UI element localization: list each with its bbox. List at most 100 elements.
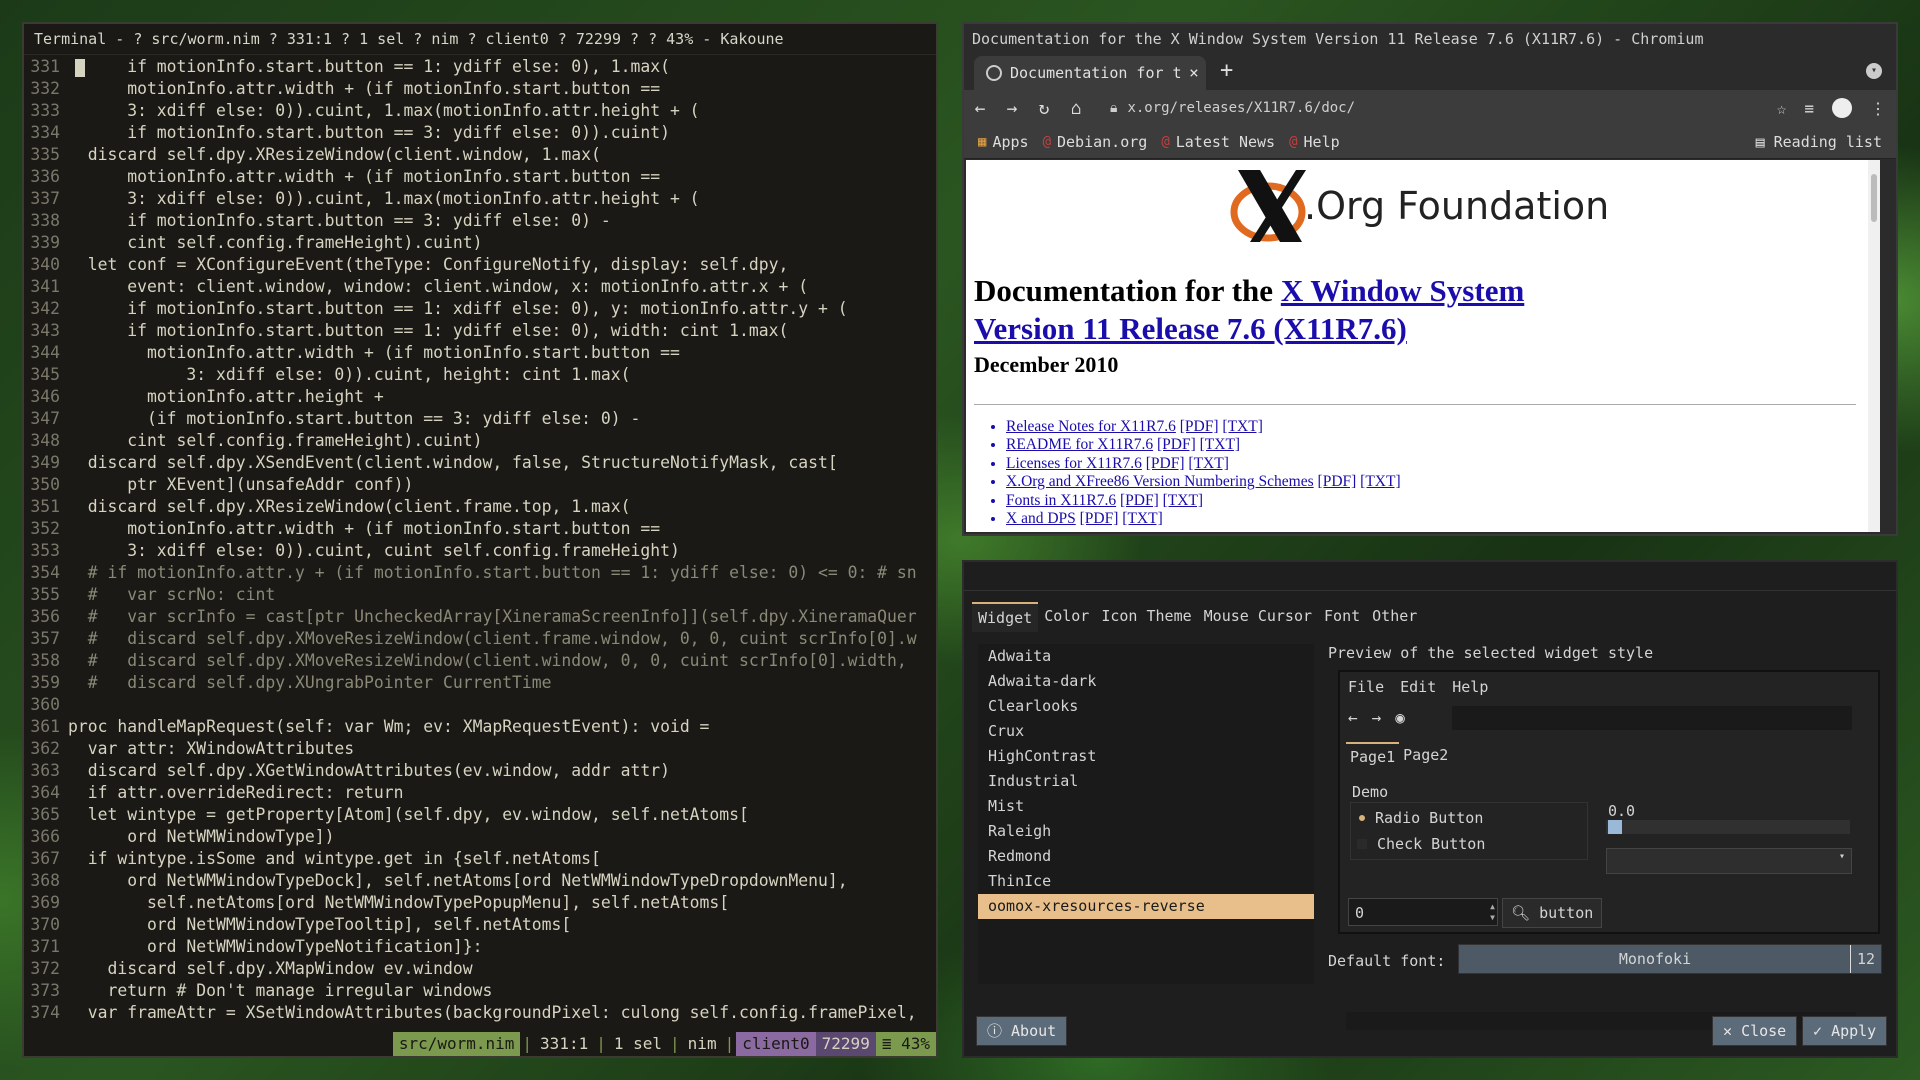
spin-button[interactable]: 0 ▲ ▼	[1348, 898, 1498, 926]
pdf-link[interactable]: [PDF]	[1080, 510, 1119, 527]
spin-arrows-icon[interactable]: ▲ ▼	[1490, 901, 1495, 923]
code-line[interactable]: 353 3: xdiff else: 0)).cuint, cuint self…	[24, 540, 936, 562]
browser-tab[interactable]: Documentation for t ×	[974, 56, 1206, 90]
code-line[interactable]: 337 3: xdiff else: 0)).cuint, 1.max(moti…	[24, 188, 936, 210]
check-button[interactable]: Check Button	[1351, 831, 1587, 857]
code-line[interactable]: 345 3: xdiff else: 0)).cuint, height: ci…	[24, 364, 936, 386]
media-queue-icon[interactable]: ≡	[1804, 99, 1814, 118]
bookmark-help[interactable]: @ Help	[1289, 133, 1340, 151]
pdf-link[interactable]: [PDF]	[1120, 492, 1159, 509]
theme-list-item[interactable]: Raleigh	[978, 819, 1314, 844]
forward-arrow-icon[interactable]: →	[1372, 708, 1382, 727]
pdf-link[interactable]: [PDF]	[1146, 455, 1185, 472]
doc-link[interactable]: X.Org and XFree86 Version Numbering Sche…	[1006, 473, 1314, 490]
txt-link[interactable]: [TXT]	[1163, 492, 1203, 509]
code-line[interactable]: 363 discard self.dpy.XGetWindowAttribute…	[24, 760, 936, 782]
apply-button[interactable]: ✓ Apply	[1802, 1016, 1888, 1046]
doc-link[interactable]: X and DPS	[1006, 510, 1076, 527]
pdf-link[interactable]: [PDF]	[1318, 473, 1357, 490]
txt-link[interactable]: [TXT]	[1122, 510, 1162, 527]
code-line[interactable]: 367 if wintype.isSome and wintype.get in…	[24, 848, 936, 870]
code-line[interactable]: 341 event: client.window, window: client…	[24, 276, 936, 298]
combo-box[interactable]: ▾	[1606, 848, 1852, 874]
back-icon[interactable]: ←	[964, 98, 996, 119]
code-line[interactable]: 344 motionInfo.attr.width + (if motionIn…	[24, 342, 936, 364]
about-button[interactable]: ⓘ About	[976, 1016, 1068, 1046]
theme-list-item[interactable]: Adwaita-dark	[978, 669, 1314, 694]
pdf-link[interactable]: [PDF]	[1157, 436, 1196, 453]
code-line[interactable]: 354 # if motionInfo.attr.y + (if motionI…	[24, 562, 936, 584]
code-line[interactable]: 364 if attr.overrideRedirect: return	[24, 782, 936, 804]
reload-icon[interactable]: ↻	[1028, 98, 1060, 119]
theme-list-item[interactable]: Crux	[978, 719, 1314, 744]
tab-close-icon[interactable]: ×	[1182, 56, 1206, 90]
bookmark-apps[interactable]: ▦ Apps	[978, 133, 1029, 151]
bookmark-debian[interactable]: @ Debian.org	[1043, 133, 1148, 151]
back-arrow-icon[interactable]: ←	[1348, 708, 1358, 727]
code-line[interactable]: 349 discard self.dpy.XSendEvent(client.w…	[24, 452, 936, 474]
theme-list-item[interactable]: Mist	[978, 794, 1314, 819]
settings-tab[interactable]: Mouse Cursor	[1198, 602, 1318, 630]
forward-icon[interactable]: →	[996, 98, 1028, 119]
code-line[interactable]: 332 motionInfo.attr.width + (if motionIn…	[24, 78, 936, 100]
code-line[interactable]: 346 motionInfo.attr.height +	[24, 386, 936, 408]
theme-list-item[interactable]: Clearlooks	[978, 694, 1314, 719]
doc-link[interactable]: Fonts in X11R7.6	[1006, 492, 1116, 509]
code-line[interactable]: 342 if motionInfo.start.button == 1: xdi…	[24, 298, 936, 320]
preview-entry[interactable]	[1452, 706, 1852, 730]
tab-page2[interactable]: Page2	[1399, 742, 1452, 768]
code-line[interactable]: 357 # discard self.dpy.XMoveResizeWindow…	[24, 628, 936, 650]
code-line[interactable]: 370 ord NetWMWindowTypeTooltip], self.ne…	[24, 914, 936, 936]
theme-list-item[interactable]: Adwaita	[978, 644, 1314, 669]
radio-button[interactable]: Radio Button	[1351, 805, 1587, 831]
code-line[interactable]: 359 # discard self.dpy.XUngrabPointer Cu…	[24, 672, 936, 694]
code-line[interactable]: 348 cint self.config.frameHeight).cuint)	[24, 430, 936, 452]
theme-list-item[interactable]: ThinIce	[978, 869, 1314, 894]
bookmark-star-icon[interactable]: ☆	[1777, 99, 1787, 118]
code-line[interactable]: 352 motionInfo.attr.width + (if motionIn…	[24, 518, 936, 540]
theme-list-item[interactable]: Industrial	[978, 769, 1314, 794]
txt-link[interactable]: [TXT]	[1188, 455, 1228, 472]
scrollbar-thumb[interactable]	[1871, 174, 1877, 222]
code-line[interactable]: 366 ord NetWMWindowType])	[24, 826, 936, 848]
code-line[interactable]: 371 ord NetWMWindowTypeNotification]}:	[24, 936, 936, 958]
close-button[interactable]: ✕ Close	[1712, 1016, 1798, 1046]
code-line[interactable]: 351 discard self.dpy.XResizeWindow(clien…	[24, 496, 936, 518]
code-line[interactable]: 361 proc handleMapRequest(self: var Wm; e…	[24, 716, 936, 738]
doc-link[interactable]: Licenses for X11R7.6	[1006, 455, 1142, 472]
record-icon[interactable]: ◉	[1395, 708, 1405, 727]
code-line[interactable]: 335 discard self.dpy.XResizeWindow(clien…	[24, 144, 936, 166]
settings-tab[interactable]: Font	[1318, 602, 1366, 630]
menu-help[interactable]: Help	[1452, 672, 1488, 702]
code-line[interactable]: 339 cint self.config.frameHeight).cuint)	[24, 232, 936, 254]
code-line[interactable]: 355 # var scrNo: cint	[24, 584, 936, 606]
settings-tab[interactable]: Color	[1038, 602, 1095, 630]
settings-tab[interactable]: Other	[1366, 602, 1423, 630]
theme-list-item[interactable]: Redmond	[978, 844, 1314, 869]
theme-list[interactable]: Adwaita Adwaita-dark Clearlooks Crux HighCon…	[978, 644, 1314, 984]
new-tab-button[interactable]: +	[1220, 58, 1233, 83]
code-line[interactable]: 347 (if motionInfo.start.button == 3: yd…	[24, 408, 936, 430]
menu-edit[interactable]: Edit	[1400, 672, 1436, 702]
code-line[interactable]: 350 ptr XEvent](unsafeAddr conf))	[24, 474, 936, 496]
code-editor[interactable]: 331 if motionInfo.start.button == 1: ydi…	[24, 56, 936, 1030]
bookmark-latest-news[interactable]: @ Latest News	[1161, 133, 1275, 151]
pdf-link[interactable]: [PDF]	[1180, 418, 1219, 435]
home-icon[interactable]: ⌂	[1060, 98, 1092, 119]
code-line[interactable]: 368 ord NetWMWindowTypeDock], self.netAt…	[24, 870, 936, 892]
code-line[interactable]: 333 3: xdiff else: 0)).cuint, 1.max(moti…	[24, 100, 936, 122]
code-line[interactable]: 331 if motionInfo.start.button == 1: ydi…	[24, 56, 936, 78]
theme-list-item[interactable]: oomox-xresources-reverse	[978, 894, 1314, 919]
code-line[interactable]: 356 # var scrInfo = cast[ptr UncheckedAr…	[24, 606, 936, 628]
address-bar[interactable]: 🔒︎ x.org/releases/X11R7.6/doc/	[1110, 90, 1355, 126]
code-line[interactable]: 336 motionInfo.attr.width + (if motionIn…	[24, 166, 936, 188]
txt-link[interactable]: [TXT]	[1360, 473, 1400, 490]
tab-search-icon[interactable]: ▾	[1866, 63, 1882, 79]
settings-tab[interactable]: Icon Theme	[1095, 602, 1197, 630]
page-scrollbar[interactable]	[1868, 160, 1880, 532]
code-line[interactable]: 373 return # Don't manage irregular wind…	[24, 980, 936, 1002]
code-line[interactable]: 334 if motionInfo.start.button == 3: ydi…	[24, 122, 936, 144]
code-line[interactable]: 362 var attr: XWindowAttributes	[24, 738, 936, 760]
doc-link[interactable]: Release Notes for X11R7.6	[1006, 418, 1176, 435]
code-line[interactable]: 343 if motionInfo.start.button == 1: ydi…	[24, 320, 936, 342]
